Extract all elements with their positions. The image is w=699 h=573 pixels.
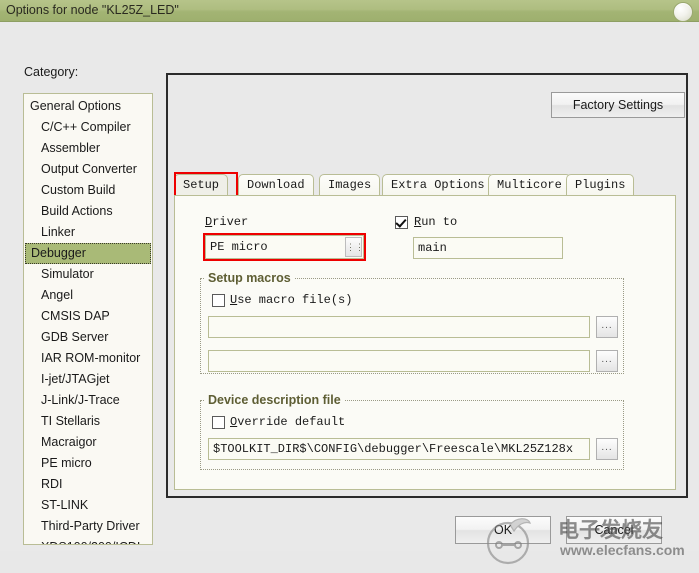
device-description-path-input[interactable]: $TOOLKIT_DIR$\CONFIG\debugger\Freescale\… (208, 438, 590, 460)
category-item-macraigor[interactable]: Macraigor (24, 432, 152, 453)
category-item-ti-stellaris[interactable]: TI Stellaris (24, 411, 152, 432)
category-item-custom-build[interactable]: Custom Build (24, 180, 152, 201)
category-item-pe-micro[interactable]: PE micro (24, 453, 152, 474)
category-item-third-party-driver[interactable]: Third-Party Driver (24, 516, 152, 537)
run-to-checkbox[interactable] (395, 216, 408, 229)
category-item-simulator[interactable]: Simulator (24, 264, 152, 285)
tab-images[interactable]: Images (319, 174, 381, 196)
macro-file-2-browse-button[interactable]: ... (596, 350, 618, 372)
category-item-angel[interactable]: Angel (24, 285, 152, 306)
category-item-c-cpp-compiler[interactable]: C/C++ Compiler (24, 117, 152, 138)
use-macro-files-label: Use macro file(s) (230, 293, 353, 307)
category-item-i-jet-jtagjet[interactable]: I-jet/JTAGjet (24, 369, 152, 390)
window-titlebar: Options for node "KL25Z_LED" (0, 0, 699, 22)
category-item-rdi[interactable]: RDI (24, 474, 152, 495)
tab-strip: Setup Download Images Extra Options Mult… (174, 174, 682, 196)
category-item-cmsis-dap[interactable]: CMSIS DAP (24, 306, 152, 327)
category-item-assembler[interactable]: Assembler (24, 138, 152, 159)
category-item-j-link-j-trace[interactable]: J-Link/J-Trace (24, 390, 152, 411)
category-item-st-link[interactable]: ST-LINK (24, 495, 152, 516)
cancel-button[interactable]: Cancel (566, 516, 662, 544)
options-dialog: Category: General Options C/C++ Compiler… (0, 22, 699, 565)
category-item-gdb-server[interactable]: GDB Server (24, 327, 152, 348)
category-item-xds100-200-icdi[interactable]: XDS100/200/ICDI (24, 537, 152, 544)
run-to-input[interactable]: main (413, 237, 563, 259)
device-description-title: Device description file (204, 393, 345, 407)
tab-setup[interactable]: Setup (174, 174, 229, 196)
tab-download[interactable]: Download (238, 174, 314, 196)
category-item-output-converter[interactable]: Output Converter (24, 159, 152, 180)
tab-multicore[interactable]: Multicore (488, 174, 571, 196)
close-circle-icon[interactable] (673, 2, 693, 22)
use-macro-files-checkbox[interactable] (212, 294, 225, 307)
tab-plugins[interactable]: Plugins (566, 174, 635, 196)
window-title: Options for node "KL25Z_LED" (6, 3, 179, 17)
device-description-browse-button[interactable]: ... (596, 438, 618, 460)
override-default-label: Override default (230, 415, 346, 429)
ok-button[interactable]: OK (455, 516, 551, 544)
category-item-build-actions[interactable]: Build Actions (24, 201, 152, 222)
category-list[interactable]: General Options C/C++ Compiler Assembler… (23, 93, 153, 545)
macro-file-2-input[interactable] (208, 350, 590, 372)
tab-extra-options[interactable]: Extra Options (382, 174, 494, 196)
setup-macros-title: Setup macros (204, 271, 295, 285)
driver-combo[interactable]: PE micro ⋮⋮ (205, 235, 364, 259)
driver-label: Driver (205, 215, 249, 229)
watermark-url: www.elecfans.com (560, 542, 685, 558)
category-label: Category: (24, 65, 79, 79)
override-default-checkbox[interactable] (212, 416, 225, 429)
category-item-iar-rom-monitor[interactable]: IAR ROM-monitor (24, 348, 152, 369)
factory-settings-button[interactable]: Factory Settings (551, 92, 685, 118)
driver-combo-value: PE micro (210, 240, 268, 254)
macro-file-1-browse-button[interactable]: ... (596, 316, 618, 338)
macro-file-1-input[interactable] (208, 316, 590, 338)
category-item-general-options[interactable]: General Options (24, 96, 152, 117)
category-item-linker[interactable]: Linker (24, 222, 152, 243)
run-to-label: Run to (414, 215, 458, 229)
category-item-debugger[interactable]: Debugger (25, 243, 151, 264)
chevron-down-icon[interactable]: ⋮⋮ (345, 237, 364, 257)
